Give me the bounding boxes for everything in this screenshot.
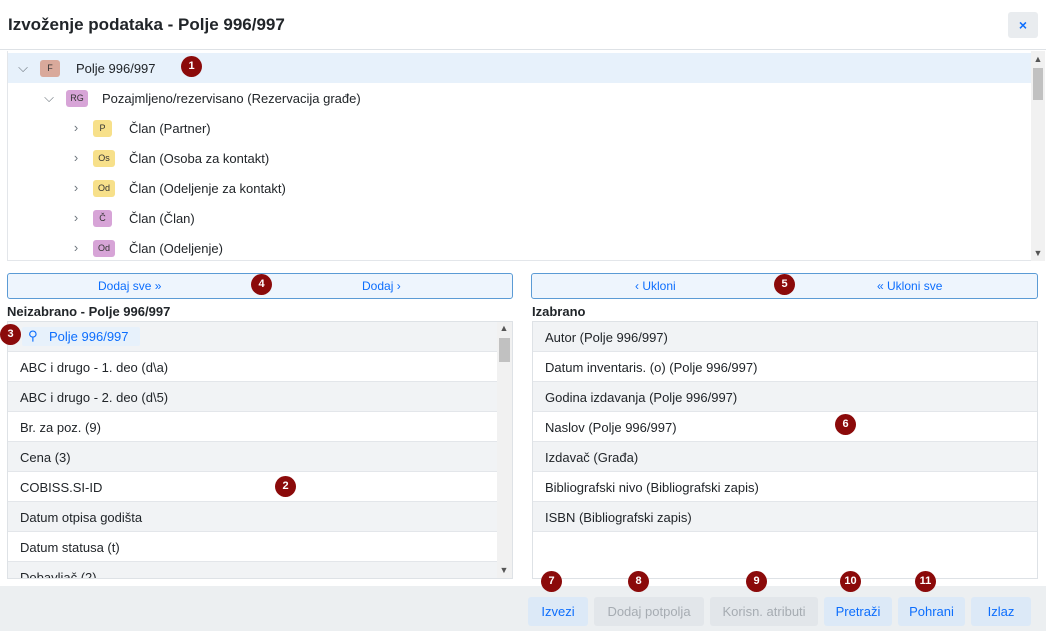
list-item-label: Bibliografski nivo (Bibliografski zapis): [545, 480, 759, 495]
add-button[interactable]: Dodaj ›: [362, 279, 401, 293]
tree-node-label: Polje 996/997: [76, 61, 156, 76]
tree-scrollbar[interactable]: ▲ ▼: [1031, 51, 1045, 261]
list-item-label: COBISS.SI-ID: [20, 480, 103, 495]
tree-node[interactable]: › Od Član (Odeljenje za kontakt): [8, 173, 1032, 203]
remove-all-button[interactable]: « Ukloni sve: [877, 279, 942, 293]
list-item-label: Datum inventaris. (o) (Polje 996/997): [545, 360, 758, 375]
callout-marker-10: 10: [840, 571, 861, 592]
callout-marker-11: 11: [915, 571, 936, 592]
list-item-label: Cena (3): [20, 450, 71, 465]
list-item[interactable]: Naslov (Polje 996/997): [533, 412, 1037, 442]
chevron-right-icon[interactable]: ›: [69, 120, 83, 136]
callout-marker-8: 8: [628, 571, 649, 592]
type-badge: F: [40, 60, 60, 77]
scroll-down-icon[interactable]: ▼: [1031, 247, 1045, 259]
list-item-label: Datum otpisa godišta: [20, 510, 143, 525]
tree-node[interactable]: › Os Član (Osoba za kontakt): [8, 143, 1032, 173]
remove-button[interactable]: ‹ Ukloni: [635, 279, 676, 293]
unselected-title: Neizabrano - Polje 996/997: [7, 304, 171, 319]
scroll-up-icon[interactable]: ▲: [1031, 53, 1045, 65]
callout-marker-7: 7: [541, 571, 562, 592]
list-item[interactable]: COBISS.SI-ID: [8, 472, 498, 502]
export-button[interactable]: Izvezi: [528, 597, 588, 626]
list-item-label: ABC i drugo - 2. deo (d\5): [20, 390, 169, 405]
type-badge: Č: [93, 210, 112, 227]
unselected-scrollbar[interactable]: ▲ ▼: [497, 322, 512, 578]
add-subfields-button[interactable]: Dodaj potpolja: [594, 597, 704, 626]
list-item-label: Dobavljač (2): [20, 570, 97, 579]
type-badge: Od: [93, 240, 115, 257]
type-badge: Os: [93, 150, 115, 167]
tree-node[interactable]: › Č Član (Član): [8, 203, 1032, 233]
list-item[interactable]: Datum inventaris. (o) (Polje 996/997): [533, 352, 1037, 382]
tree-node[interactable]: ⌵ RG Pozajmljeno/rezervisano (Rezervacij…: [8, 83, 1032, 113]
exit-button[interactable]: Izlaz: [971, 597, 1031, 626]
add-all-button[interactable]: Dodaj sve »: [98, 279, 161, 293]
close-button[interactable]: ×: [1008, 12, 1038, 38]
chevron-right-icon[interactable]: ›: [69, 210, 83, 226]
list-item-label: Naslov (Polje 996/997): [545, 420, 677, 435]
unselected-list: ABC i drugo - 1. deo (d\a) ABC i drugo -…: [7, 321, 513, 579]
list-item[interactable]: Br. za poz. (9): [8, 412, 498, 442]
list-item[interactable]: ABC i drugo - 2. deo (d\5): [8, 382, 498, 412]
list-item-label: Br. za poz. (9): [20, 420, 101, 435]
tree-node-label: Pozajmljeno/rezervisano (Rezervacija gra…: [102, 91, 361, 106]
list-item[interactable]: Datum statusa (t): [8, 532, 498, 562]
selected-title: Izabrano: [532, 304, 586, 319]
dialog-title: Izvoženje podataka - Polje 996/997: [8, 15, 285, 34]
list-item-label: Izdavač (Građa): [545, 450, 639, 465]
list-item-label: ABC i drugo - 1. deo (d\a): [20, 360, 169, 375]
save-button[interactable]: Pohrani: [898, 597, 965, 626]
tree-node[interactable]: › P Član (Partner): [8, 113, 1032, 143]
dialog-header: Izvoženje podataka - Polje 996/997 ×: [0, 0, 1046, 50]
search-button[interactable]: Pretraži: [824, 597, 892, 626]
user-attributes-button[interactable]: Korisn. atributi: [710, 597, 818, 626]
search-icon: ⚲: [28, 328, 38, 343]
list-item[interactable]: Dobavljač (2): [8, 562, 498, 579]
tree-node[interactable]: › Od Član (Odeljenje): [8, 233, 1032, 260]
chevron-down-icon[interactable]: ⌵: [16, 60, 30, 76]
type-badge: Od: [93, 180, 115, 197]
tree-node-label: Član (Odeljenje): [129, 241, 223, 256]
list-item[interactable]: Godina izdavanja (Polje 996/997): [533, 382, 1037, 412]
search-chip[interactable]: ⚲ Polje 996/997: [22, 327, 140, 346]
list-item[interactable]: Bibliografski nivo (Bibliografski zapis): [533, 472, 1037, 502]
callout-marker-5: 5: [774, 274, 795, 295]
list-item[interactable]: Cena (3): [8, 442, 498, 472]
chevron-right-icon[interactable]: ›: [69, 150, 83, 166]
list-item-label: Godina izdavanja (Polje 996/997): [545, 390, 738, 405]
list-item[interactable]: Datum otpisa godišta: [8, 502, 498, 532]
callout-marker-1: 1: [181, 56, 202, 77]
selected-list: Autor (Polje 996/997) Datum inventaris. …: [532, 321, 1038, 579]
list-item-label: ISBN (Bibliografski zapis): [545, 510, 692, 525]
field-tree: ⌵ F Polje 996/997 ⌵ RG Pozajmljeno/rezer…: [7, 51, 1045, 261]
chevron-down-icon[interactable]: ⌵: [42, 90, 56, 106]
callout-marker-9: 9: [746, 571, 767, 592]
list-item[interactable]: Izdavač (Građa): [533, 442, 1037, 472]
chevron-right-icon[interactable]: ›: [69, 240, 83, 256]
tree-node-label: Član (Partner): [129, 121, 211, 136]
callout-marker-3: 3: [0, 324, 21, 345]
tree-node-label: Član (Osoba za kontakt): [129, 151, 270, 166]
callout-marker-6: 6: [835, 414, 856, 435]
scroll-thumb[interactable]: [1033, 68, 1043, 100]
chevron-right-icon[interactable]: ›: [69, 180, 83, 196]
scroll-thumb[interactable]: [499, 338, 510, 362]
search-chip-label: Polje 996/997: [49, 329, 129, 344]
tree-node-label: Član (Odeljenje za kontakt): [129, 181, 286, 196]
tree-node-label: Član (Član): [129, 211, 195, 226]
scroll-up-icon[interactable]: ▲: [497, 322, 511, 334]
callout-marker-4: 4: [251, 274, 272, 295]
list-item-label: Autor (Polje 996/997): [545, 330, 668, 345]
type-badge: RG: [66, 90, 88, 107]
list-item[interactable]: Autor (Polje 996/997): [533, 322, 1037, 352]
type-badge: P: [93, 120, 112, 137]
list-item[interactable]: ABC i drugo - 1. deo (d\a): [8, 352, 498, 382]
list-item[interactable]: ISBN (Bibliografski zapis): [533, 502, 1037, 532]
scroll-down-icon[interactable]: ▼: [497, 564, 511, 576]
list-item-label: Datum statusa (t): [20, 540, 120, 555]
callout-marker-2: 2: [275, 476, 296, 497]
tree-node-root[interactable]: ⌵ F Polje 996/997: [8, 53, 1032, 83]
